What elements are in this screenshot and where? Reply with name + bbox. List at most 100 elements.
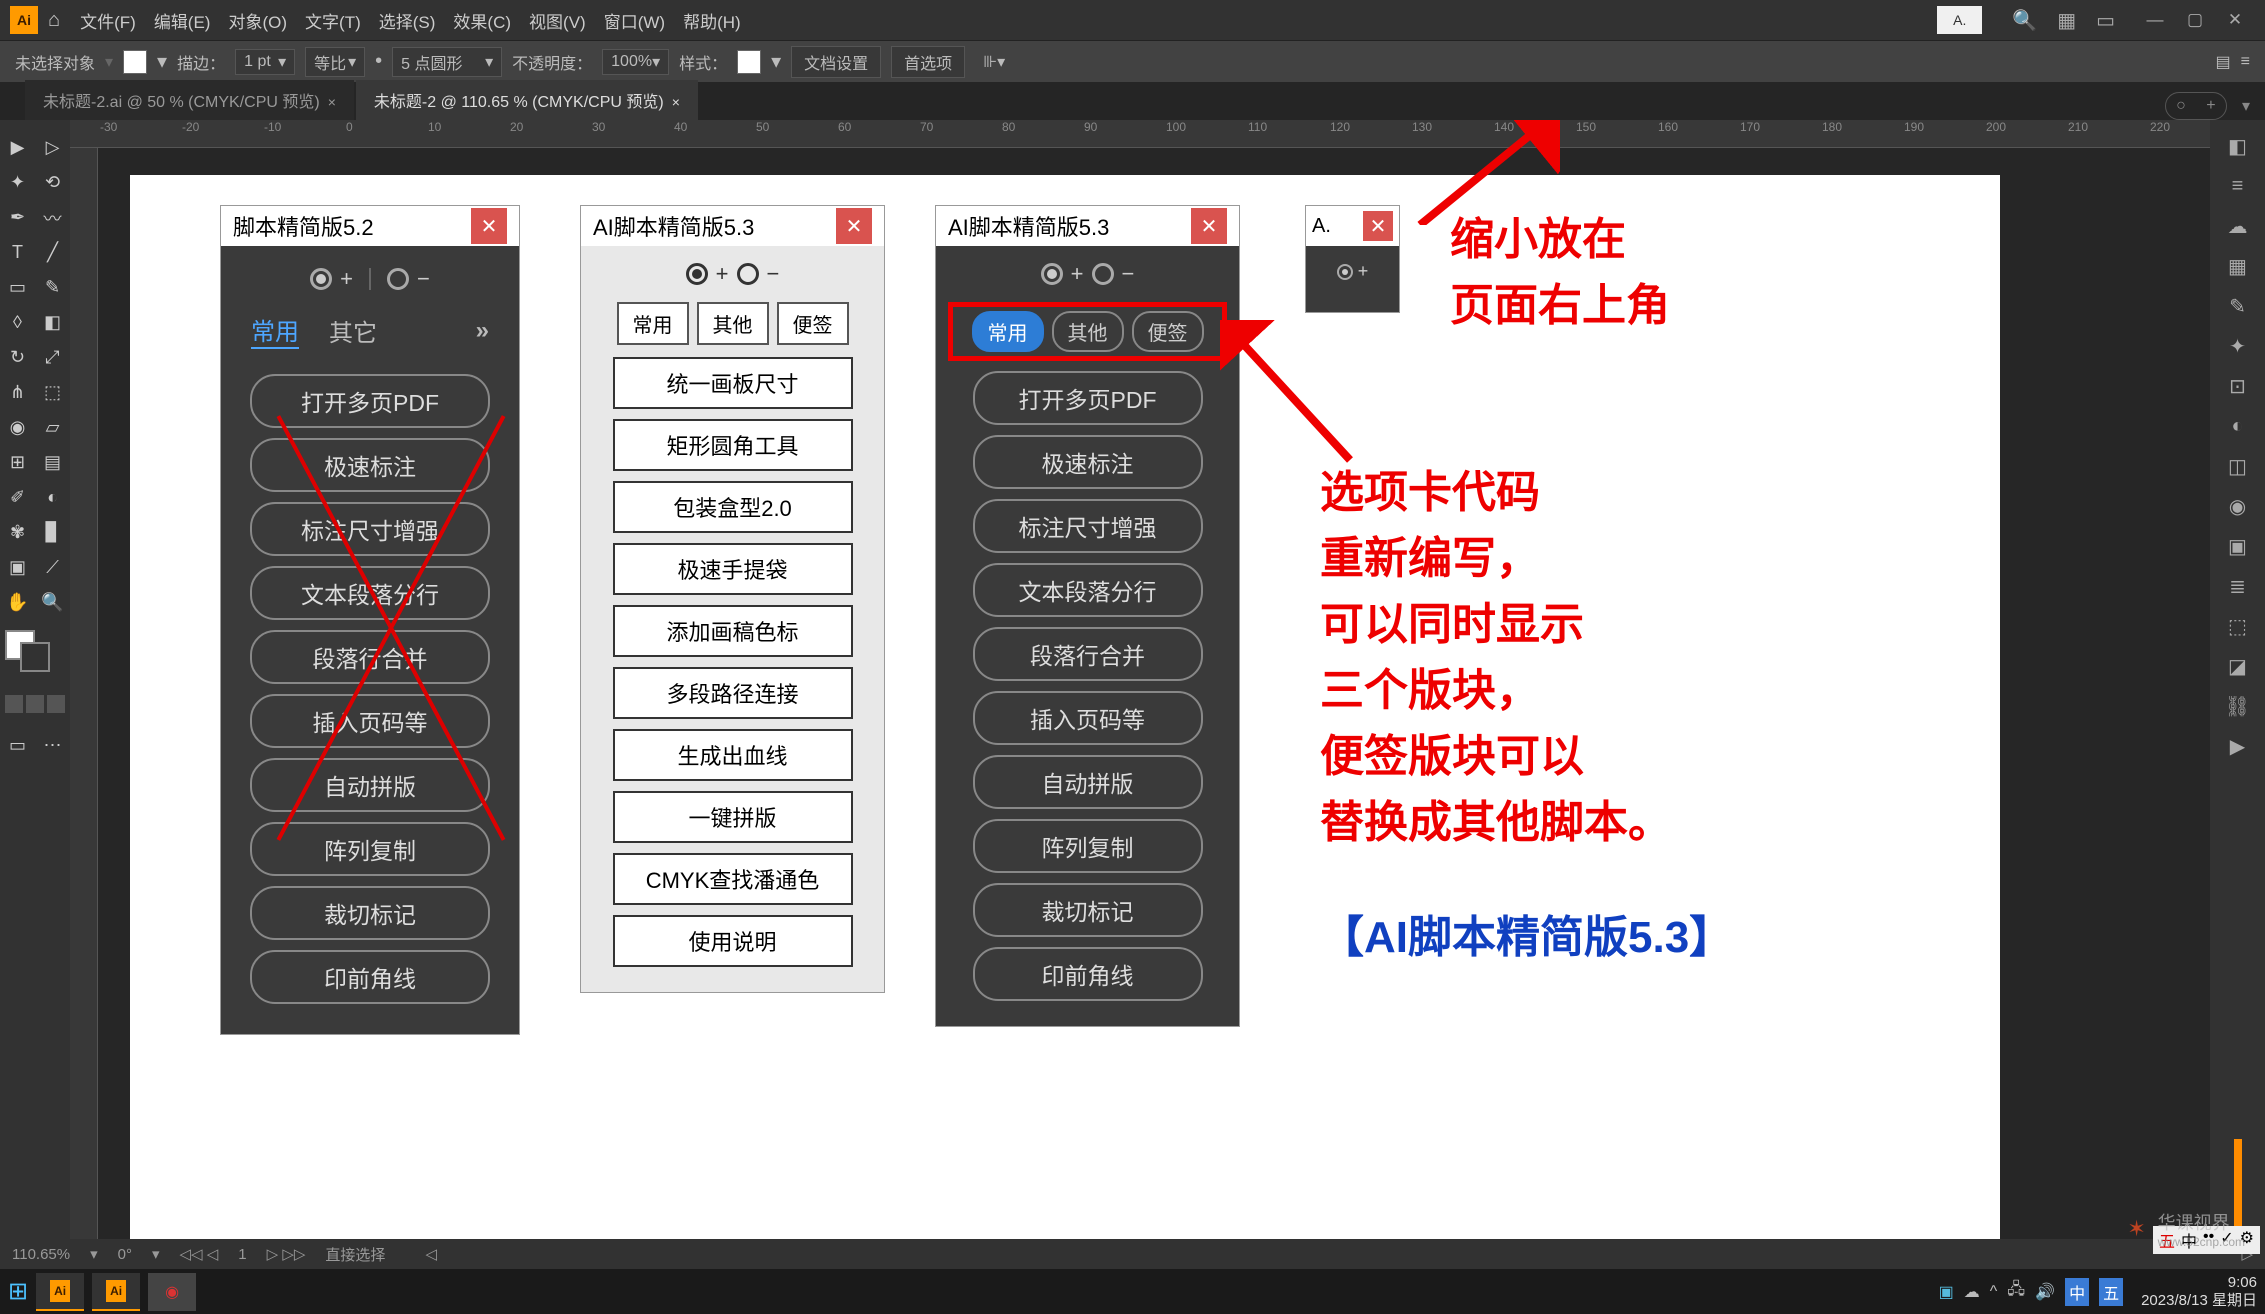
- uniform-dropdown[interactable]: 等比▾: [305, 47, 365, 77]
- script-button[interactable]: 阵列复制: [250, 822, 490, 876]
- background-color[interactable]: [20, 642, 50, 672]
- panel-options-icon[interactable]: ≡: [2241, 53, 2250, 71]
- ime-icon[interactable]: 中: [2065, 1278, 2089, 1306]
- search-icon[interactable]: 🔍: [2012, 8, 2037, 33]
- radio-option[interactable]: [1092, 263, 1114, 285]
- script-button[interactable]: 段落行合并: [250, 630, 490, 684]
- actions-icon[interactable]: ▶: [2222, 730, 2254, 762]
- eyedropper-tool[interactable]: ✐: [0, 480, 35, 515]
- script-button[interactable]: 自动拼版: [250, 758, 490, 812]
- none-mode-icon[interactable]: [47, 695, 65, 713]
- script-button[interactable]: 极速标注: [250, 438, 490, 492]
- style-swatch[interactable]: [737, 50, 761, 74]
- layers-icon[interactable]: ≡: [2222, 170, 2254, 202]
- magic-wand-tool[interactable]: ✦: [0, 165, 35, 200]
- script-button[interactable]: 极速标注: [973, 435, 1203, 489]
- script-button[interactable]: 标注尺寸增强: [250, 502, 490, 556]
- menu-object[interactable]: 对象(O): [228, 8, 287, 33]
- radio-option[interactable]: [737, 263, 759, 285]
- pen-tool[interactable]: ✒: [0, 200, 35, 235]
- tab-common[interactable]: 常用: [972, 311, 1044, 352]
- close-button[interactable]: ✕: [471, 208, 507, 244]
- script-button[interactable]: 多段路径连接: [613, 667, 853, 719]
- width-tool[interactable]: ⋔: [0, 375, 35, 410]
- script-button[interactable]: 自动拼版: [973, 755, 1203, 809]
- panel-dock-icon[interactable]: ▤: [2216, 52, 2231, 72]
- zoom-level[interactable]: 110.65%: [12, 1246, 70, 1263]
- document-tab-1[interactable]: 未标题-2.ai @ 50 % (CMYK/CPU 预览)×: [25, 80, 354, 120]
- tray-icon[interactable]: ^: [1990, 1283, 1998, 1301]
- script-button[interactable]: 裁切标记: [973, 883, 1203, 937]
- menu-view[interactable]: 视图(V): [529, 8, 586, 33]
- chevron-down-icon[interactable]: ▾: [2242, 96, 2250, 116]
- tab-common[interactable]: 常用: [617, 302, 689, 345]
- appearance-icon[interactable]: ◉: [2222, 490, 2254, 522]
- prefs-button[interactable]: 首选项: [891, 46, 965, 78]
- tab-notes[interactable]: 便签: [777, 302, 849, 345]
- menu-window[interactable]: 窗口(W): [604, 8, 665, 33]
- close-icon[interactable]: ✕: [2215, 10, 2255, 30]
- scale-tool[interactable]: ⤢: [35, 340, 70, 375]
- selection-tool[interactable]: ▶: [0, 130, 35, 165]
- taskbar-app-illustrator[interactable]: Ai: [92, 1273, 140, 1311]
- gradient-tool[interactable]: ▤: [35, 445, 70, 480]
- rotate-tool[interactable]: ↻: [0, 340, 35, 375]
- tab-other[interactable]: 其他: [1052, 311, 1124, 352]
- doc-setup-button[interactable]: 文档设置: [791, 46, 881, 78]
- brushes-icon[interactable]: ✎: [2222, 290, 2254, 322]
- chevron-right-icon[interactable]: »: [476, 317, 489, 345]
- brush-tool[interactable]: ✎: [35, 270, 70, 305]
- script-button[interactable]: 印前角线: [250, 950, 490, 1004]
- script-button[interactable]: 插入页码等: [973, 691, 1203, 745]
- color-swatches[interactable]: [0, 630, 60, 680]
- free-transform-tool[interactable]: ⬚: [35, 375, 70, 410]
- close-icon[interactable]: ×: [672, 94, 680, 110]
- graphic-styles-icon[interactable]: ▣: [2222, 530, 2254, 562]
- gradient-icon[interactable]: ◐: [2222, 410, 2254, 442]
- script-button[interactable]: 阵列复制: [973, 819, 1203, 873]
- script-button[interactable]: 打开多页PDF: [973, 371, 1203, 425]
- opacity-dropdown[interactable]: 100%▾: [602, 49, 669, 75]
- eraser-tool[interactable]: ◧: [35, 305, 70, 340]
- close-button[interactable]: ✕: [1363, 211, 1393, 241]
- line-tool[interactable]: ╱: [35, 235, 70, 270]
- shape-builder-tool[interactable]: ◉: [0, 410, 35, 445]
- graph-tool[interactable]: ▊: [35, 515, 70, 550]
- menu-help[interactable]: 帮助(H): [683, 8, 741, 33]
- edit-toolbar[interactable]: ⋯: [35, 728, 70, 763]
- script-button[interactable]: 生成出血线: [613, 729, 853, 781]
- tray-icon[interactable]: 🖧: [2007, 1278, 2025, 1305]
- close-icon[interactable]: ×: [328, 94, 336, 110]
- script-button[interactable]: 极速手提袋: [613, 543, 853, 595]
- view-mode-toggle[interactable]: ○+: [2165, 92, 2227, 120]
- taskbar-app-illustrator[interactable]: Ai: [36, 1273, 84, 1311]
- script-button[interactable]: 包装盒型2.0: [613, 481, 853, 533]
- menu-edit[interactable]: 编辑(E): [154, 8, 211, 33]
- color-mode-icon[interactable]: [5, 695, 23, 713]
- minimize-icon[interactable]: —: [2135, 10, 2175, 30]
- align-icon[interactable]: ≣: [2222, 570, 2254, 602]
- artboard-tool[interactable]: ▣: [0, 550, 35, 585]
- links-icon[interactable]: ⛓: [2222, 690, 2254, 722]
- tab-other[interactable]: 其他: [697, 302, 769, 345]
- document-tab-2[interactable]: 未标题-2 @ 110.65 % (CMYK/CPU 预览)×: [356, 80, 698, 120]
- script-button[interactable]: 一键拼版: [613, 791, 853, 843]
- tab-notes[interactable]: 便签: [1132, 311, 1204, 352]
- script-button[interactable]: 统一画板尺寸: [613, 357, 853, 409]
- start-button[interactable]: ⊞: [8, 1277, 28, 1306]
- tab-common[interactable]: 常用: [251, 312, 299, 349]
- lasso-tool[interactable]: ⟲: [35, 165, 70, 200]
- direct-selection-tool[interactable]: ▷: [35, 130, 70, 165]
- artboard-nav[interactable]: ▷ ▷▷: [267, 1245, 306, 1263]
- screen-mode-tool[interactable]: ▭: [0, 728, 35, 763]
- home-icon[interactable]: ⌂: [48, 9, 60, 32]
- script-button[interactable]: 印前角线: [973, 947, 1203, 1001]
- stroke-icon[interactable]: ⊡: [2222, 370, 2254, 402]
- close-button[interactable]: ✕: [1191, 208, 1227, 244]
- tab-other[interactable]: 其它: [329, 313, 377, 348]
- workspace-icon[interactable]: ▦: [2057, 8, 2076, 33]
- script-button[interactable]: 段落行合并: [973, 627, 1203, 681]
- radio-option[interactable]: [310, 268, 332, 290]
- script-button[interactable]: 文本段落分行: [973, 563, 1203, 617]
- radio-option[interactable]: [387, 268, 409, 290]
